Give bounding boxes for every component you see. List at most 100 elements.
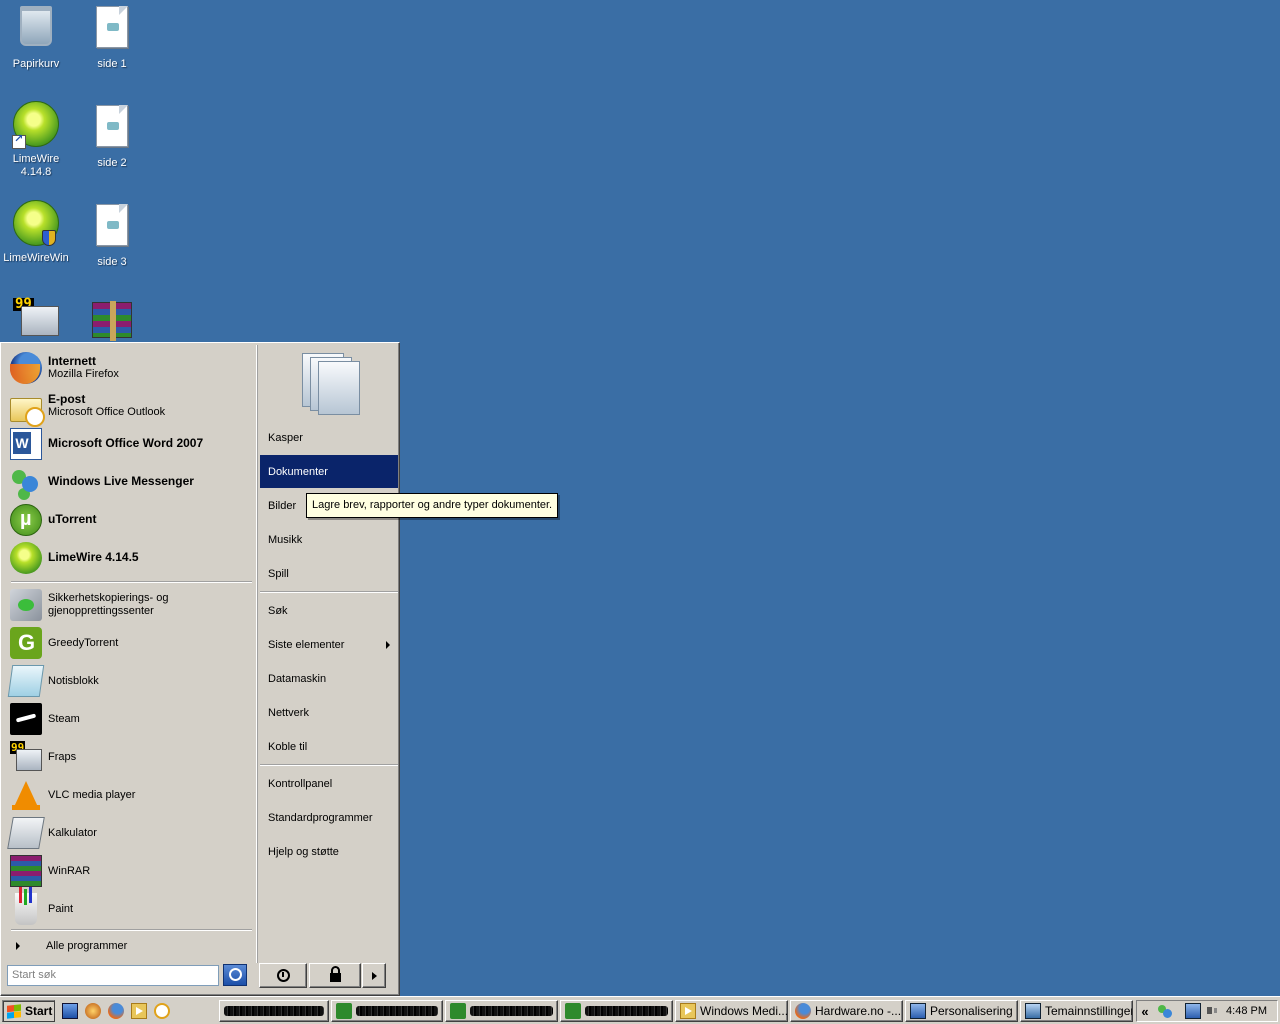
place-item-label: Koble til: [268, 740, 308, 753]
pinned-item-limewire[interactable]: LimeWire 4.14.5: [10, 540, 254, 576]
taskbar-button-label: Hardware.no -...: [815, 1004, 902, 1018]
tray-expand-button[interactable]: «: [1137, 1004, 1153, 1019]
place-item-label: Kontrollpanel: [268, 777, 333, 790]
taskbar-button-redacted[interactable]: [445, 1000, 558, 1022]
place-item-musikk[interactable]: Musikk: [260, 523, 398, 556]
messenger-tray-icon[interactable]: [1157, 1003, 1173, 1019]
firefox-icon: [10, 352, 42, 384]
recycle-bin-icon: [12, 6, 60, 54]
recent-item-vlc[interactable]: VLC media player: [10, 777, 254, 813]
firefox-icon: [795, 1003, 811, 1019]
recent-item-label: GreedyTorrent: [48, 636, 119, 649]
start-search-input[interactable]: Start søk: [7, 965, 219, 986]
place-item-koble-til[interactable]: Koble til: [260, 730, 398, 763]
recent-item-backup[interactable]: Sikkerhetskopierings- og gjenopprettings…: [10, 587, 254, 623]
search-button[interactable]: [223, 964, 247, 986]
volume-tray-icon[interactable]: [1205, 1003, 1221, 1019]
media-player-icon[interactable]: [131, 1003, 147, 1019]
place-item-sok[interactable]: Søk: [260, 594, 398, 627]
menu-separator: [260, 591, 398, 593]
messenger-icon: [10, 466, 42, 498]
pinned-item-utorrent[interactable]: uTorrent: [10, 502, 254, 538]
place-item-siste-elementer[interactable]: Siste elementer: [260, 628, 398, 661]
start-button[interactable]: Start: [2, 1000, 55, 1022]
pinned-item-title: uTorrent: [48, 512, 97, 526]
taskbar-button-redacted[interactable]: [560, 1000, 673, 1022]
taskbar-button-redacted[interactable]: [331, 1000, 443, 1022]
place-item-nettverk[interactable]: Nettverk: [260, 696, 398, 729]
network-tray-icon[interactable]: [1185, 1003, 1201, 1019]
pinned-item-subtitle: Microsoft Office Outlook: [48, 406, 166, 418]
shutdown-options-button[interactable]: [362, 963, 386, 988]
taskbar: Start Windows Medi... Hardware.no -... P…: [0, 996, 1280, 1024]
document-icon: [88, 204, 136, 252]
system-tray: « 4:48 PM: [1136, 1000, 1278, 1022]
fraps-badge: 99: [10, 741, 26, 754]
place-item-kasper[interactable]: Kasper: [260, 421, 398, 454]
pinned-item-title: Windows Live Messenger: [48, 474, 194, 488]
menu-separator: [11, 929, 252, 931]
recent-item-steam[interactable]: Steam: [10, 701, 254, 737]
desktop-icon-recycle-bin[interactable]: Papirkurv: [0, 2, 72, 71]
redacted-text: [356, 1006, 438, 1016]
place-item-standardprogrammer[interactable]: Standardprogrammer: [260, 801, 398, 834]
desktop-icon-side-3[interactable]: side 3: [76, 200, 148, 269]
pinned-item-subtitle: Mozilla Firefox: [48, 368, 119, 380]
user-picture-documents-icon[interactable]: [298, 351, 360, 415]
desktop-icon-side-1[interactable]: side 1: [76, 2, 148, 71]
pinned-item-word[interactable]: Microsoft Office Word 2007: [10, 426, 254, 462]
pinned-item-title: Microsoft Office Word 2007: [48, 436, 204, 450]
clock[interactable]: 4:48 PM: [1226, 1005, 1267, 1017]
paint-icon: [15, 887, 37, 925]
recent-item-winrar[interactable]: WinRAR: [10, 853, 254, 889]
recent-item-calculator[interactable]: Kalkulator: [7, 815, 254, 851]
desktop-icon-limewirewin[interactable]: LimeWireWin: [0, 199, 72, 265]
all-programs-label: Alle programmer: [46, 940, 128, 952]
power-button[interactable]: [259, 963, 307, 988]
shortcut-arrow-icon: [12, 133, 26, 149]
place-item-label: Spill: [268, 567, 289, 580]
desktop-icon-label: LimeWireWin: [3, 252, 69, 264]
place-item-dokumenter[interactable]: Dokumenter: [260, 455, 398, 488]
document-icon: [88, 6, 136, 54]
taskbar-button-personalisering[interactable]: Personalisering: [905, 1000, 1018, 1022]
recent-item-paint[interactable]: Paint: [10, 887, 254, 927]
place-item-label: Søk: [268, 604, 288, 617]
lock-button[interactable]: [309, 963, 361, 988]
place-item-kontrollpanel[interactable]: Kontrollpanel: [260, 767, 398, 800]
power-icon: [276, 969, 290, 982]
desktop-icon-limewire[interactable]: LimeWire 4.14.8: [0, 100, 72, 179]
place-item-label: Kasper: [268, 431, 303, 444]
recent-item-fraps[interactable]: 99 Fraps: [10, 739, 254, 775]
recent-item-label: VLC media player: [48, 788, 136, 801]
show-desktop-icon[interactable]: [62, 1003, 78, 1019]
desktop-icon-side-2[interactable]: side 2: [76, 101, 148, 170]
place-item-hjelp-og-stotte[interactable]: Hjelp og støtte: [260, 835, 398, 868]
all-programs-button[interactable]: Alle programmer: [11, 933, 251, 959]
recent-item-notepad[interactable]: Notisblokk: [7, 663, 254, 699]
limewire-icon: [10, 542, 42, 574]
app-icon: [336, 1003, 352, 1019]
pinned-item-messenger[interactable]: Windows Live Messenger: [10, 464, 254, 500]
pinned-item-email[interactable]: E-post Microsoft Office Outlook: [10, 388, 254, 427]
place-item-spill[interactable]: Spill: [260, 557, 398, 590]
taskbar-button-hardware[interactable]: Hardware.no -...: [790, 1000, 903, 1022]
windows-logo-icon: [7, 1003, 21, 1019]
quicklaunch-app-icon[interactable]: [85, 1003, 101, 1019]
limewire-icon: [12, 200, 60, 248]
steam-icon: [10, 703, 42, 735]
lock-icon: [329, 966, 341, 982]
taskbar-button-temainnstillinger[interactable]: Temainnstillinger: [1020, 1000, 1133, 1022]
taskbar-button-windows-media[interactable]: Windows Medi...: [675, 1000, 788, 1022]
pinned-item-internet[interactable]: Internett Mozilla Firefox: [10, 350, 254, 386]
fraps-icon: 99: [12, 297, 60, 346]
place-item-datamaskin[interactable]: Datamaskin: [260, 662, 398, 695]
media-player-icon: [680, 1003, 696, 1019]
place-item-label: Nettverk: [268, 706, 309, 719]
recent-item-greedytorrent[interactable]: GreedyTorrent: [10, 625, 254, 661]
firefox-icon[interactable]: [108, 1003, 124, 1019]
display-settings-icon: [910, 1003, 926, 1019]
outlook-icon[interactable]: [154, 1003, 170, 1019]
taskbar-button-redacted[interactable]: [219, 1000, 329, 1022]
calculator-icon: [7, 817, 45, 849]
